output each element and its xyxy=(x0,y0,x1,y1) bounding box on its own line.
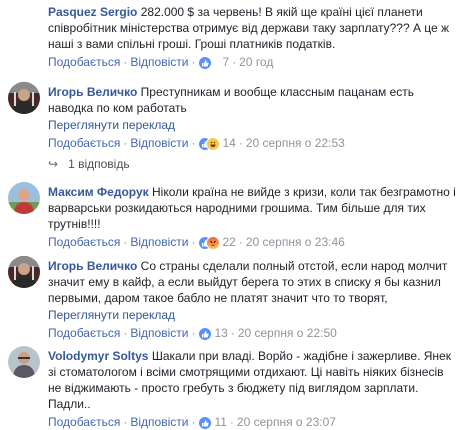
comment-author[interactable]: Volodymyr Soltys xyxy=(48,349,148,363)
reply-link[interactable]: Відповісти xyxy=(130,235,188,249)
comment-time[interactable]: 20 серпня о 23:07 xyxy=(237,415,336,429)
comment-time[interactable]: 20 серпня о 22:50 xyxy=(238,326,337,340)
avatar[interactable] xyxy=(8,182,40,214)
reactions-icons[interactable] xyxy=(198,55,220,70)
like-reaction-icon xyxy=(198,326,213,341)
comment-author[interactable]: Pasquez Sergio xyxy=(48,5,137,19)
comment-text-block: Игорь Величко Со страны сделали полный о… xyxy=(48,258,460,306)
angry-reaction-icon xyxy=(206,235,221,250)
comment-actions: Подобається · Відповісти · 14 · 20 серпня о 22… xyxy=(48,136,345,151)
replies-count[interactable]: 1 відповідь xyxy=(68,157,130,171)
reactions-icons[interactable] xyxy=(198,235,221,250)
comment-text-block: Volodymyr Soltys Шакали при владі. Ворйо… xyxy=(48,348,460,412)
comment-time[interactable]: 20 год xyxy=(239,55,273,69)
reactions-icons[interactable] xyxy=(198,326,213,341)
reaction-count[interactable]: 7 xyxy=(222,55,229,69)
like-link[interactable]: Подобається xyxy=(48,415,120,429)
comment-time[interactable]: 20 серпня о 22:53 xyxy=(246,136,345,150)
like-link[interactable]: Подобається xyxy=(48,55,120,69)
comment-actions: Подобається · Відповісти · 22 · 20 серпня о 23… xyxy=(48,235,345,250)
reply-arrow-icon: ↪ xyxy=(48,157,59,171)
like-reaction-icon xyxy=(198,55,213,70)
reactions-icons[interactable] xyxy=(198,415,213,430)
like-reaction-icon xyxy=(198,415,213,430)
avatar[interactable] xyxy=(8,82,40,114)
reply-link[interactable]: Відповісти xyxy=(130,136,188,150)
reaction-count[interactable]: 11 xyxy=(214,415,226,429)
reply-link[interactable]: Відповісти xyxy=(130,415,188,429)
reply-link[interactable]: Відповісти xyxy=(130,55,188,69)
avatar[interactable] xyxy=(8,346,40,378)
comment-actions: Подобається · Відповісти · 13 · 20 серпня о 22… xyxy=(48,326,337,341)
comment-time[interactable]: 20 серпня о 23:46 xyxy=(246,235,345,249)
comment-text-block: Игорь Величко Преступникам и вообще клас… xyxy=(48,84,460,116)
comment-actions: Подобається · Відповісти · 11 · 20 серпня о 23… xyxy=(48,415,336,430)
reactions-icons[interactable] xyxy=(198,136,221,151)
reply-link[interactable]: Відповісти xyxy=(130,326,188,340)
reaction-count[interactable]: 14 xyxy=(222,136,235,150)
comment-text-block: Максим Федорук Ніколи країна не вийде з … xyxy=(48,184,460,232)
comment-text-block: Pasquez Sergio 282.000 $ за червень! В я… xyxy=(48,4,460,52)
see-translation-link[interactable]: Переглянути переклад xyxy=(48,307,460,323)
comment-author[interactable]: Игорь Величко xyxy=(48,259,137,273)
comment-actions: Подобається · Відповісти · 7 · 20 год xyxy=(48,55,274,70)
haha-reaction-icon xyxy=(206,136,221,151)
like-link[interactable]: Подобається xyxy=(48,136,120,150)
reaction-count[interactable]: 22 xyxy=(222,235,235,249)
comment-author[interactable]: Максим Федорук xyxy=(48,185,149,199)
like-link[interactable]: Подобається xyxy=(48,326,120,340)
comment-author[interactable]: Игорь Величко xyxy=(48,85,137,99)
see-translation-link[interactable]: Переглянути переклад xyxy=(48,117,460,133)
reaction-count[interactable]: 13 xyxy=(214,326,227,340)
view-replies-link[interactable]: ↪ 1 відповідь xyxy=(48,156,130,172)
avatar[interactable] xyxy=(8,256,40,288)
like-link[interactable]: Подобається xyxy=(48,235,120,249)
